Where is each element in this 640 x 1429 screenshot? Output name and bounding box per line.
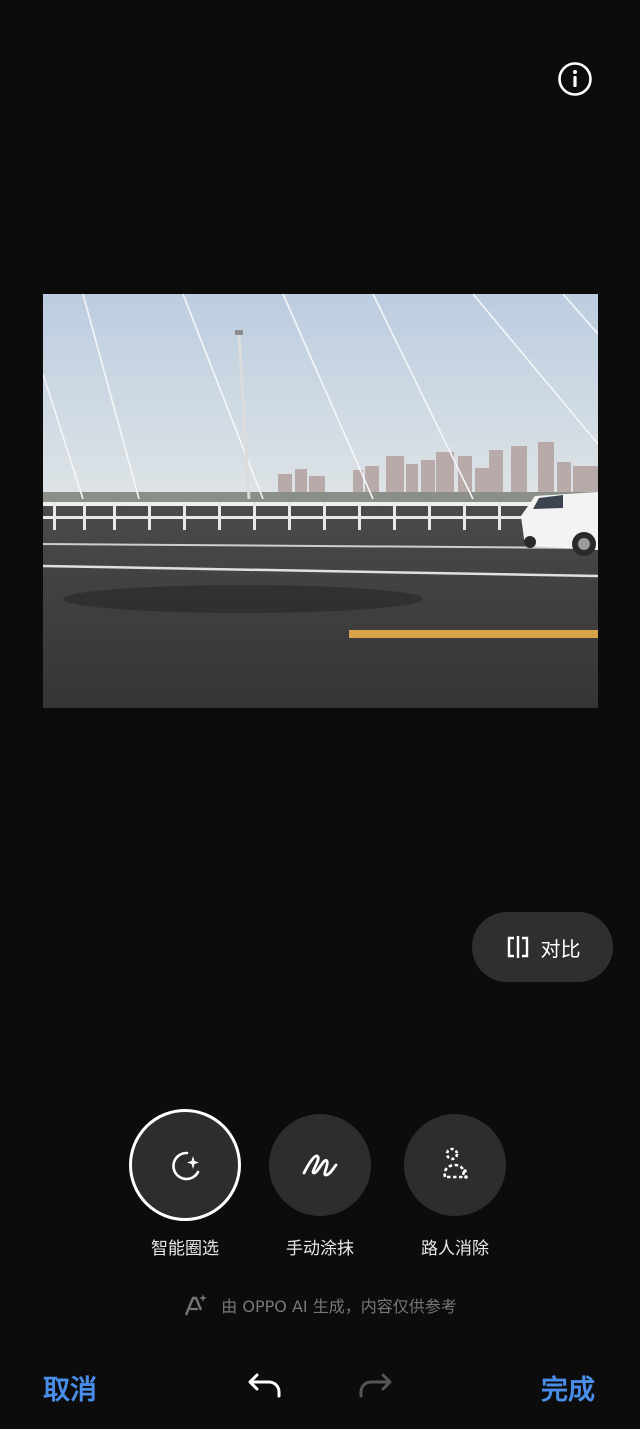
passerby-remove-icon <box>443 1147 468 1179</box>
redo-button[interactable] <box>356 1370 392 1404</box>
tool-label: 手动涂抹 <box>286 1239 354 1259</box>
brush-scribble-icon <box>302 1154 338 1177</box>
info-button[interactable] <box>557 61 593 97</box>
tool-label: 路人消除 <box>421 1239 489 1259</box>
tool-passerby-remove-button[interactable] <box>404 1114 506 1216</box>
ai-disclaimer-text: 由 OPPO AI 生成，内容仅供参考 <box>221 1297 457 1316</box>
undo-button[interactable] <box>247 1370 285 1404</box>
tool-passerby-remove[interactable]: 路人消除 <box>385 1114 525 1259</box>
ai-disclaimer: 由 OPPO AI 生成，内容仅供参考 <box>0 1292 640 1318</box>
compare-split-icon <box>507 936 528 958</box>
compare-button[interactable]: 对比 <box>472 912 613 982</box>
undo-icon <box>248 1373 281 1398</box>
cancel-button[interactable]: 取消 <box>43 1368 97 1407</box>
tool-smart-lasso-button[interactable] <box>129 1109 241 1221</box>
info-circle-icon <box>558 62 592 96</box>
tool-manual-brush-button[interactable] <box>269 1114 371 1216</box>
tool-smart-lasso[interactable]: 智能圈选 <box>115 1109 255 1259</box>
compare-label: 对比 <box>540 936 581 961</box>
redo-icon <box>359 1373 392 1398</box>
photo-preview[interactable] <box>43 294 598 708</box>
tool-label: 智能圈选 <box>151 1239 219 1259</box>
smart-lasso-sparkle-icon <box>172 1151 200 1181</box>
tool-manual-brush[interactable]: 手动涂抹 <box>250 1114 390 1259</box>
ai-sparkle-icon <box>185 1294 208 1316</box>
done-button[interactable]: 完成 <box>541 1368 595 1407</box>
